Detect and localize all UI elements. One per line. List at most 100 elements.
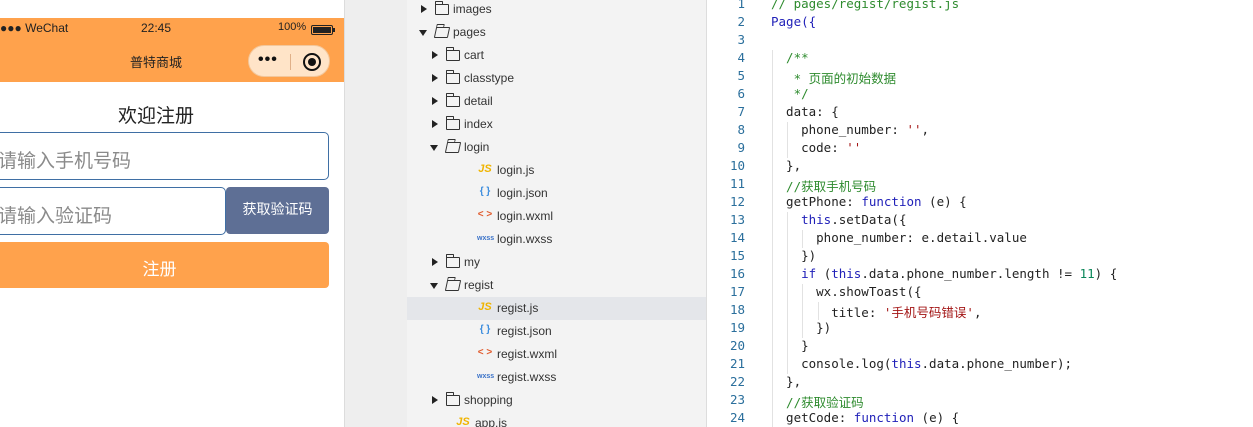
- js-file-icon: JS: [478, 301, 492, 313]
- code-line[interactable]: 8 phone_number: '',: [708, 122, 1253, 140]
- wxss-file-icon: wxss: [477, 373, 495, 380]
- tree-item-label: regist.js: [497, 301, 539, 315]
- tree-item-login-wxss[interactable]: wxss login.wxss: [407, 228, 706, 251]
- code-text: getCode: function (e) {: [771, 410, 959, 425]
- register-button[interactable]: 注册: [0, 242, 329, 288]
- code-line[interactable]: 12 getPhone: function (e) {: [708, 194, 1253, 212]
- code-token: phone_number:: [771, 122, 907, 137]
- tree-item-label: app.js: [475, 416, 508, 427]
- code-line[interactable]: 1 // pages/regist/regist.js: [708, 0, 1253, 14]
- indent-guide: [772, 104, 773, 122]
- code-line[interactable]: 16 if (this.data.phone_number.length != …: [708, 266, 1253, 284]
- code-line[interactable]: 10 },: [708, 158, 1253, 176]
- tree-item-index[interactable]: index: [407, 113, 706, 136]
- code-line[interactable]: 11 //获取手机号码: [708, 176, 1253, 194]
- welcome-heading: 欢迎注册: [117, 106, 194, 127]
- code-token: ,: [973, 305, 982, 320]
- tree-item-my[interactable]: my: [407, 251, 706, 274]
- code-line[interactable]: 21 console.log(this.data.phone_number);: [708, 356, 1253, 374]
- code-line[interactable]: 2 Page({: [708, 14, 1253, 32]
- battery-label: 100%: [278, 21, 307, 33]
- line-number: 14: [729, 230, 745, 245]
- code-text: wx.showToast({: [771, 284, 921, 299]
- tree-item-login-json[interactable]: { } login.json: [407, 182, 706, 205]
- wxml-file-icon: < >: [477, 347, 493, 358]
- code-line[interactable]: 20 }: [708, 338, 1253, 356]
- close-miniprogram-icon[interactable]: [303, 53, 321, 71]
- tree-item-regist-wxml[interactable]: < > regist.wxml: [407, 343, 706, 366]
- code-line[interactable]: 3: [708, 32, 1253, 50]
- caret-down-icon[interactable]: [430, 145, 438, 151]
- indent-guide: [787, 356, 789, 374]
- code-token: //获取验证码: [771, 395, 864, 410]
- caret-right-icon[interactable]: [432, 97, 438, 105]
- indent-guide: [787, 212, 789, 230]
- code-line[interactable]: 6 */: [708, 86, 1253, 104]
- tree-item-login-js[interactable]: JS login.js: [407, 159, 706, 182]
- code-line[interactable]: 14 phone_number: e.detail.value: [708, 230, 1253, 248]
- indent-guide: [787, 338, 789, 356]
- tree-item-login-wxml[interactable]: < > login.wxml: [407, 205, 706, 228]
- caret-down-icon[interactable]: [430, 283, 438, 289]
- folder-icon: [446, 116, 460, 130]
- tree-item-detail[interactable]: detail: [407, 90, 706, 113]
- tree-item-classtype[interactable]: classtype: [407, 67, 706, 90]
- caret-right-icon[interactable]: [421, 5, 427, 13]
- code-line[interactable]: 17 wx.showToast({: [708, 284, 1253, 302]
- code-line[interactable]: 23 //获取验证码: [708, 392, 1253, 410]
- tree-item-pages[interactable]: pages: [407, 21, 706, 44]
- code-line[interactable]: 15 }): [708, 248, 1253, 266]
- get-code-button[interactable]: 获取验证码: [226, 187, 329, 234]
- capsule-divider: [290, 54, 291, 70]
- tree-item-label: login: [464, 140, 490, 154]
- tree-item-login[interactable]: login: [407, 136, 706, 159]
- code-token: getPhone:: [771, 194, 862, 209]
- tree-item-label: login.json: [497, 186, 548, 200]
- indent-guide: [772, 230, 773, 248]
- tree-item-regist-wxss[interactable]: wxss regist.wxss: [407, 366, 706, 389]
- tree-item-app-js[interactable]: JS app.js: [407, 412, 706, 427]
- caret-right-icon[interactable]: [432, 120, 438, 128]
- code-text: },: [771, 158, 801, 173]
- tree-item-images[interactable]: images: [407, 0, 706, 21]
- code-line[interactable]: 7 data: {: [708, 104, 1253, 122]
- code-line[interactable]: 19 }): [708, 320, 1253, 338]
- tree-item-regist-js[interactable]: JS regist.js: [407, 297, 706, 320]
- indent-guide: [772, 50, 773, 68]
- tree-item-regist[interactable]: regist: [407, 274, 706, 297]
- simulator-panel: ●●● WeChat 22:45 100% 普特商城 ••• 欢迎注册 请输入手…: [0, 0, 345, 427]
- indent-guide: [802, 284, 804, 302]
- code-token: },: [771, 158, 802, 173]
- phone-number-input[interactable]: 请输入手机号码: [0, 132, 329, 180]
- tree-item-regist-json[interactable]: { } regist.json: [407, 320, 706, 343]
- line-number: 6: [737, 86, 745, 101]
- code-editor[interactable]: 1// pages/regist/regist.js 2 Page({3 4 /** 5…: [708, 0, 1253, 427]
- caret-right-icon[interactable]: [432, 258, 438, 266]
- code-text: /**: [771, 50, 809, 65]
- code-line[interactable]: 5 * 页面的初始数据: [708, 68, 1253, 86]
- caret-right-icon[interactable]: [432, 74, 438, 82]
- line-number: 7: [737, 104, 745, 119]
- line-number: 24: [729, 410, 745, 425]
- code-text: if (this.data.phone_number.length != 11)…: [771, 266, 1117, 281]
- indent-guide: [772, 284, 773, 302]
- code-line[interactable]: 9 code: '': [708, 140, 1253, 158]
- code-line[interactable]: 13 this.setData({: [708, 212, 1253, 230]
- wxml-file-icon: < >: [477, 209, 493, 220]
- tree-item-cart[interactable]: cart: [407, 44, 706, 67]
- indent-guide: [787, 230, 789, 248]
- more-icon[interactable]: •••: [258, 51, 278, 69]
- tree-item-shopping[interactable]: shopping: [407, 389, 706, 412]
- caret-down-icon[interactable]: [419, 30, 427, 36]
- code-line[interactable]: 24 getCode: function (e) {: [708, 410, 1253, 427]
- code-token: getCode:: [771, 410, 854, 425]
- line-number: 1: [737, 0, 745, 11]
- verification-code-input[interactable]: 请输入验证码: [0, 187, 226, 235]
- code-line[interactable]: 22 },: [708, 374, 1253, 392]
- caret-right-icon[interactable]: [432, 396, 438, 404]
- caret-right-icon[interactable]: [432, 51, 438, 59]
- code-text: }): [771, 320, 831, 335]
- code-line[interactable]: 4 /**: [708, 50, 1253, 68]
- code-text: //获取验证码: [771, 392, 864, 411]
- code-line[interactable]: 18 title: '手机号码错误',: [708, 302, 1253, 320]
